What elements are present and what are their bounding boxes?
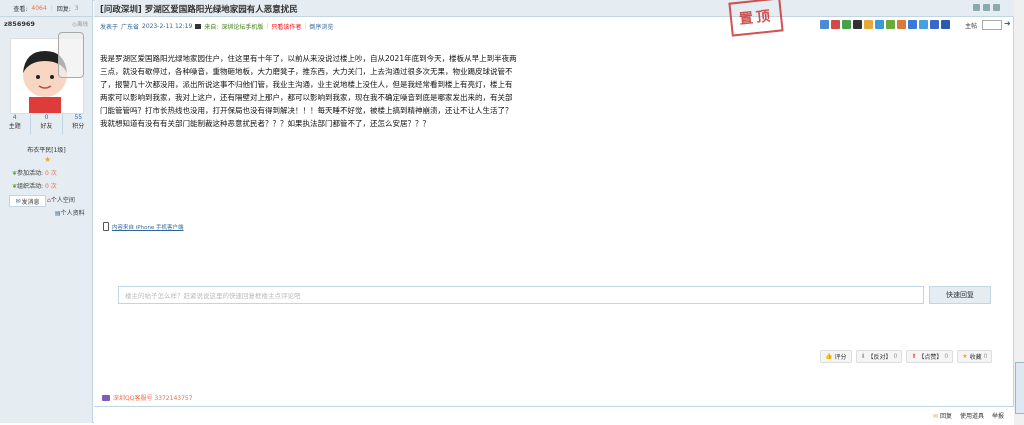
quick-reply-button[interactable]: 快速回复: [929, 286, 991, 304]
qzone-icon[interactable]: [864, 20, 873, 29]
stat-friends[interactable]: 0 好友: [40, 114, 52, 134]
device-icon: [195, 24, 202, 29]
floor-jump-input[interactable]: [982, 20, 1002, 30]
arrow-up-icon: ⬆: [911, 353, 917, 360]
prev-thread-icon[interactable]: [983, 4, 990, 11]
renren-icon[interactable]: [886, 20, 895, 29]
more-icon[interactable]: [941, 20, 950, 29]
author-rank[interactable]: 布衣平民[1级]: [0, 145, 93, 154]
reverse-order-link[interactable]: 倒序浏览: [309, 22, 333, 31]
thread-nav-icons: [973, 4, 1000, 11]
phone-device-icon: [58, 32, 84, 78]
views-label: 查看:: [13, 5, 28, 13]
qq-icon: [102, 394, 110, 401]
share-icon[interactable]: [820, 20, 829, 29]
replies-label: 回复:: [56, 5, 71, 13]
send-message-button[interactable]: ✉ 发消息: [9, 195, 46, 207]
author-username[interactable]: z856969: [4, 20, 35, 28]
thread-title: [问政深圳] 罗湖区爱国路阳光绿地家园有人恶意扰民: [100, 3, 298, 15]
stat-points[interactable]: 55 积分: [72, 114, 84, 134]
oppose-button[interactable]: ⬇ 【反对】 0: [855, 350, 903, 363]
personal-space-link[interactable]: ⌂个人空间: [47, 195, 75, 204]
twitter-icon[interactable]: [919, 20, 928, 29]
go-icon[interactable]: ➜: [1004, 19, 1011, 28]
tencent-icon[interactable]: [875, 20, 884, 29]
weibo-icon[interactable]: [831, 20, 840, 29]
activity-organized: ❦组织活动: 0 次: [12, 183, 57, 190]
qq-service-text[interactable]: 深圳QQ客服号 3372143757: [102, 393, 193, 402]
rate-button[interactable]: 👍 评分: [820, 350, 852, 363]
activity-joined: ❦参加活动: 0 次: [12, 170, 57, 177]
thread-title-text: 罗湖区爱国路阳光绿地家园有人恶意扰民: [144, 5, 298, 15]
post-content: 我是罗湖区爱国路阳光绿地家园住户，住这里有十年了，以前从来没说过楼上吵，自从20…: [100, 54, 517, 128]
report-link[interactable]: 举报: [992, 411, 1004, 420]
douban-icon[interactable]: [897, 20, 906, 29]
mail-icon: ✉: [15, 197, 21, 205]
stat-threads[interactable]: 4 主题: [9, 114, 21, 134]
rank-star-icon: ★: [44, 155, 52, 164]
favorite-button[interactable]: ★ 收藏 0: [957, 350, 993, 363]
arrow-down-icon: ⬇: [860, 353, 866, 360]
star-icon: ★: [962, 353, 968, 360]
thread-title-bar: [问政深圳] 罗湖区爱国路阳光绿地家园有人恶意扰民: [94, 0, 1014, 17]
quick-reply-input[interactable]: 楼主的帖子怎么样？赶紧说说这里的快速回复框楼主点评论吧: [118, 286, 924, 304]
reply-link[interactable]: ✉ 回复: [933, 411, 952, 420]
phone-icon: [103, 222, 109, 231]
share-toolbar: [820, 20, 950, 29]
only-author-link[interactable]: 只看该作者: [271, 22, 301, 31]
wechat-icon[interactable]: [842, 20, 851, 29]
floating-side-widget[interactable]: [1015, 362, 1024, 414]
print-icon[interactable]: [973, 4, 980, 11]
thread-counters: 查看: 4064 | 回复: 3: [0, 0, 92, 17]
thread-type[interactable]: [问政深圳]: [100, 5, 142, 15]
reply-icon: ✉: [933, 413, 939, 420]
offline-status: ◎离线: [72, 22, 88, 28]
people-icon[interactable]: [853, 20, 862, 29]
replies-count: 3: [74, 4, 79, 12]
post-meta: 发表于 广东省 2023-2-11 12:19 来自: 深圳论坛手机版 | 只看…: [100, 22, 334, 31]
add-icon[interactable]: [930, 20, 939, 29]
kaixin-icon[interactable]: [908, 20, 917, 29]
like-button[interactable]: ⬆ 【点赞】 0: [906, 350, 954, 363]
post-actions: 👍 评分 ⬇ 【反对】 0 ⬆ 【点赞】 0 ★ 收藏 0: [820, 350, 993, 363]
author-stats: 4 主题 0 好友 55 积分: [4, 114, 89, 134]
views-count: 4064: [31, 4, 47, 12]
pinned-stamp: 置顶: [728, 0, 784, 37]
personal-profile-link[interactable]: ▤个人资料: [55, 208, 85, 217]
thumb-icon: 👍: [825, 353, 833, 360]
floor-label: 主帖: [965, 23, 978, 30]
source-link[interactable]: 深圳论坛手机版: [221, 22, 263, 31]
next-thread-icon[interactable]: [993, 4, 1000, 11]
use-tools-link[interactable]: 使用道具: [960, 411, 984, 420]
post-footer: ✉ 回复 使用道具 举报: [94, 406, 1014, 424]
iphone-source-link[interactable]: 内容来自 iPhone 手机客户端: [103, 222, 184, 231]
